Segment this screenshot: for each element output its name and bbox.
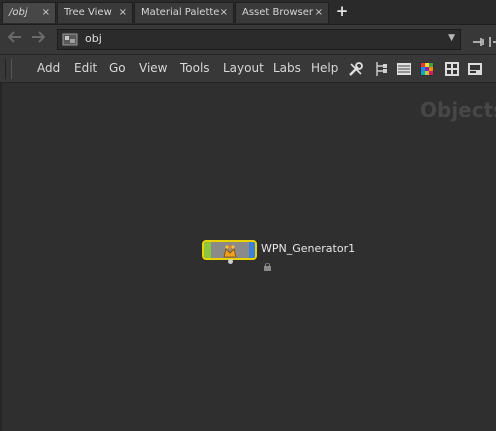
- chevron-down-icon[interactable]: ▼: [448, 33, 455, 43]
- tab-close-icon[interactable]: ×: [42, 3, 50, 22]
- obj-context-icon: [62, 32, 78, 47]
- menu-help[interactable]: Help: [311, 61, 338, 75]
- node-render-flag[interactable]: [249, 242, 255, 258]
- tree-layout-icon[interactable]: [374, 61, 388, 76]
- list-icon[interactable]: [397, 61, 411, 75]
- path-bar: obj ▼: [0, 25, 496, 55]
- tab-bar: /obj × Tree View × Material Palette × As…: [0, 0, 496, 25]
- add-tab-icon[interactable]: +: [333, 3, 351, 21]
- tab-label: /obj: [9, 7, 28, 18]
- tab-close-icon[interactable]: ×: [220, 3, 228, 22]
- context-watermark: Objects: [420, 98, 496, 122]
- tab-material-palette[interactable]: Material Palette ×: [134, 2, 234, 23]
- shapes-icon[interactable]: [445, 61, 459, 76]
- display-icon[interactable]: [468, 61, 482, 75]
- menu-edit[interactable]: Edit: [74, 61, 97, 75]
- tab-tree-view[interactable]: Tree View ×: [57, 2, 133, 23]
- arrow-left-icon[interactable]: [7, 31, 23, 47]
- tab-obj[interactable]: /obj ×: [2, 2, 56, 23]
- tab-close-icon[interactable]: ×: [119, 3, 127, 22]
- more-icon[interactable]: [488, 33, 496, 47]
- arrow-right-icon[interactable]: [30, 31, 46, 47]
- network-editor-pane: /obj × Tree View × Material Palette × As…: [0, 0, 496, 431]
- tab-label: Asset Browser: [242, 7, 314, 18]
- menu-view[interactable]: View: [139, 61, 167, 75]
- tab-asset-browser[interactable]: Asset Browser ×: [235, 2, 329, 23]
- menu-tools[interactable]: Tools: [180, 61, 210, 75]
- pin-icon[interactable]: [472, 33, 486, 46]
- node-display-flag[interactable]: [204, 242, 211, 258]
- node-wpn-generator1[interactable]: [202, 240, 257, 260]
- wrench-icon[interactable]: [348, 61, 363, 76]
- tab-close-icon[interactable]: ×: [315, 3, 323, 22]
- tab-label: Tree View: [64, 7, 112, 18]
- lock-icon[interactable]: [264, 256, 271, 271]
- menu-bar: Add Edit Go View Tools Layout Labs Help: [0, 55, 496, 83]
- tab-label: Material Palette: [141, 7, 220, 18]
- menu-go[interactable]: Go: [109, 61, 126, 75]
- network-canvas[interactable]: Objects WPN_Generator1: [0, 83, 496, 431]
- toolbar-grip[interactable]: [5, 59, 12, 79]
- menu-labs[interactable]: Labs: [273, 61, 301, 75]
- pane-divider[interactable]: [0, 83, 2, 431]
- menu-add[interactable]: Add: [37, 61, 60, 75]
- menu-layout[interactable]: Layout: [223, 61, 264, 75]
- node-name-label[interactable]: WPN_Generator1: [261, 242, 355, 255]
- path-field[interactable]: obj ▼: [57, 29, 461, 50]
- generator-node-icon: [223, 243, 237, 258]
- path-text: obj: [85, 32, 102, 45]
- node-output-connector[interactable]: [228, 259, 233, 264]
- color-palette-icon[interactable]: [420, 61, 434, 76]
